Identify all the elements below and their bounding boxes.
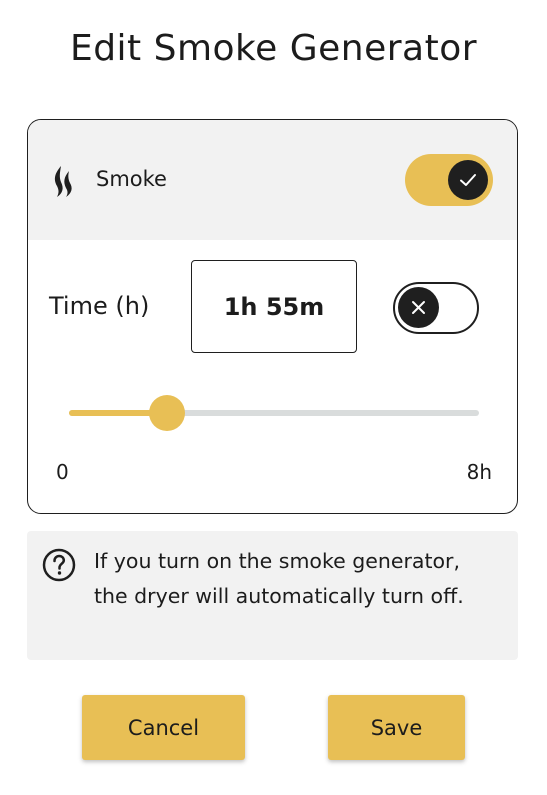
flame-icon — [54, 166, 72, 197]
time-slider-thumb[interactable] — [149, 395, 186, 431]
close-icon — [412, 301, 425, 314]
smoke-header: Smoke — [28, 120, 517, 240]
save-button[interactable]: Save — [328, 695, 465, 760]
checkmark-icon — [460, 174, 476, 186]
smoke-toggle-knob — [448, 160, 488, 200]
page-title: Edit Smoke Generator — [69, 28, 478, 69]
info-box: If you turn on the smoke generator, the … — [27, 531, 518, 660]
time-slider[interactable] — [69, 395, 479, 431]
info-text: If you turn on the smoke generator, the … — [94, 549, 464, 608]
time-input[interactable]: 1h 55m — [191, 260, 357, 353]
help-icon — [42, 548, 76, 582]
slider-max-label: 8h — [466, 460, 492, 484]
smoke-label: Smoke — [96, 167, 167, 191]
smoke-toggle[interactable] — [405, 154, 493, 206]
time-label: Time (h) — [49, 292, 150, 320]
slider-min-label: 0 — [56, 460, 69, 484]
cancel-button[interactable]: Cancel — [82, 695, 245, 760]
timer-toggle-knob — [398, 287, 439, 328]
smoke-settings-card: Smoke Time (h) 1h 55m 0 8h — [27, 119, 518, 514]
timer-toggle[interactable] — [393, 282, 479, 334]
